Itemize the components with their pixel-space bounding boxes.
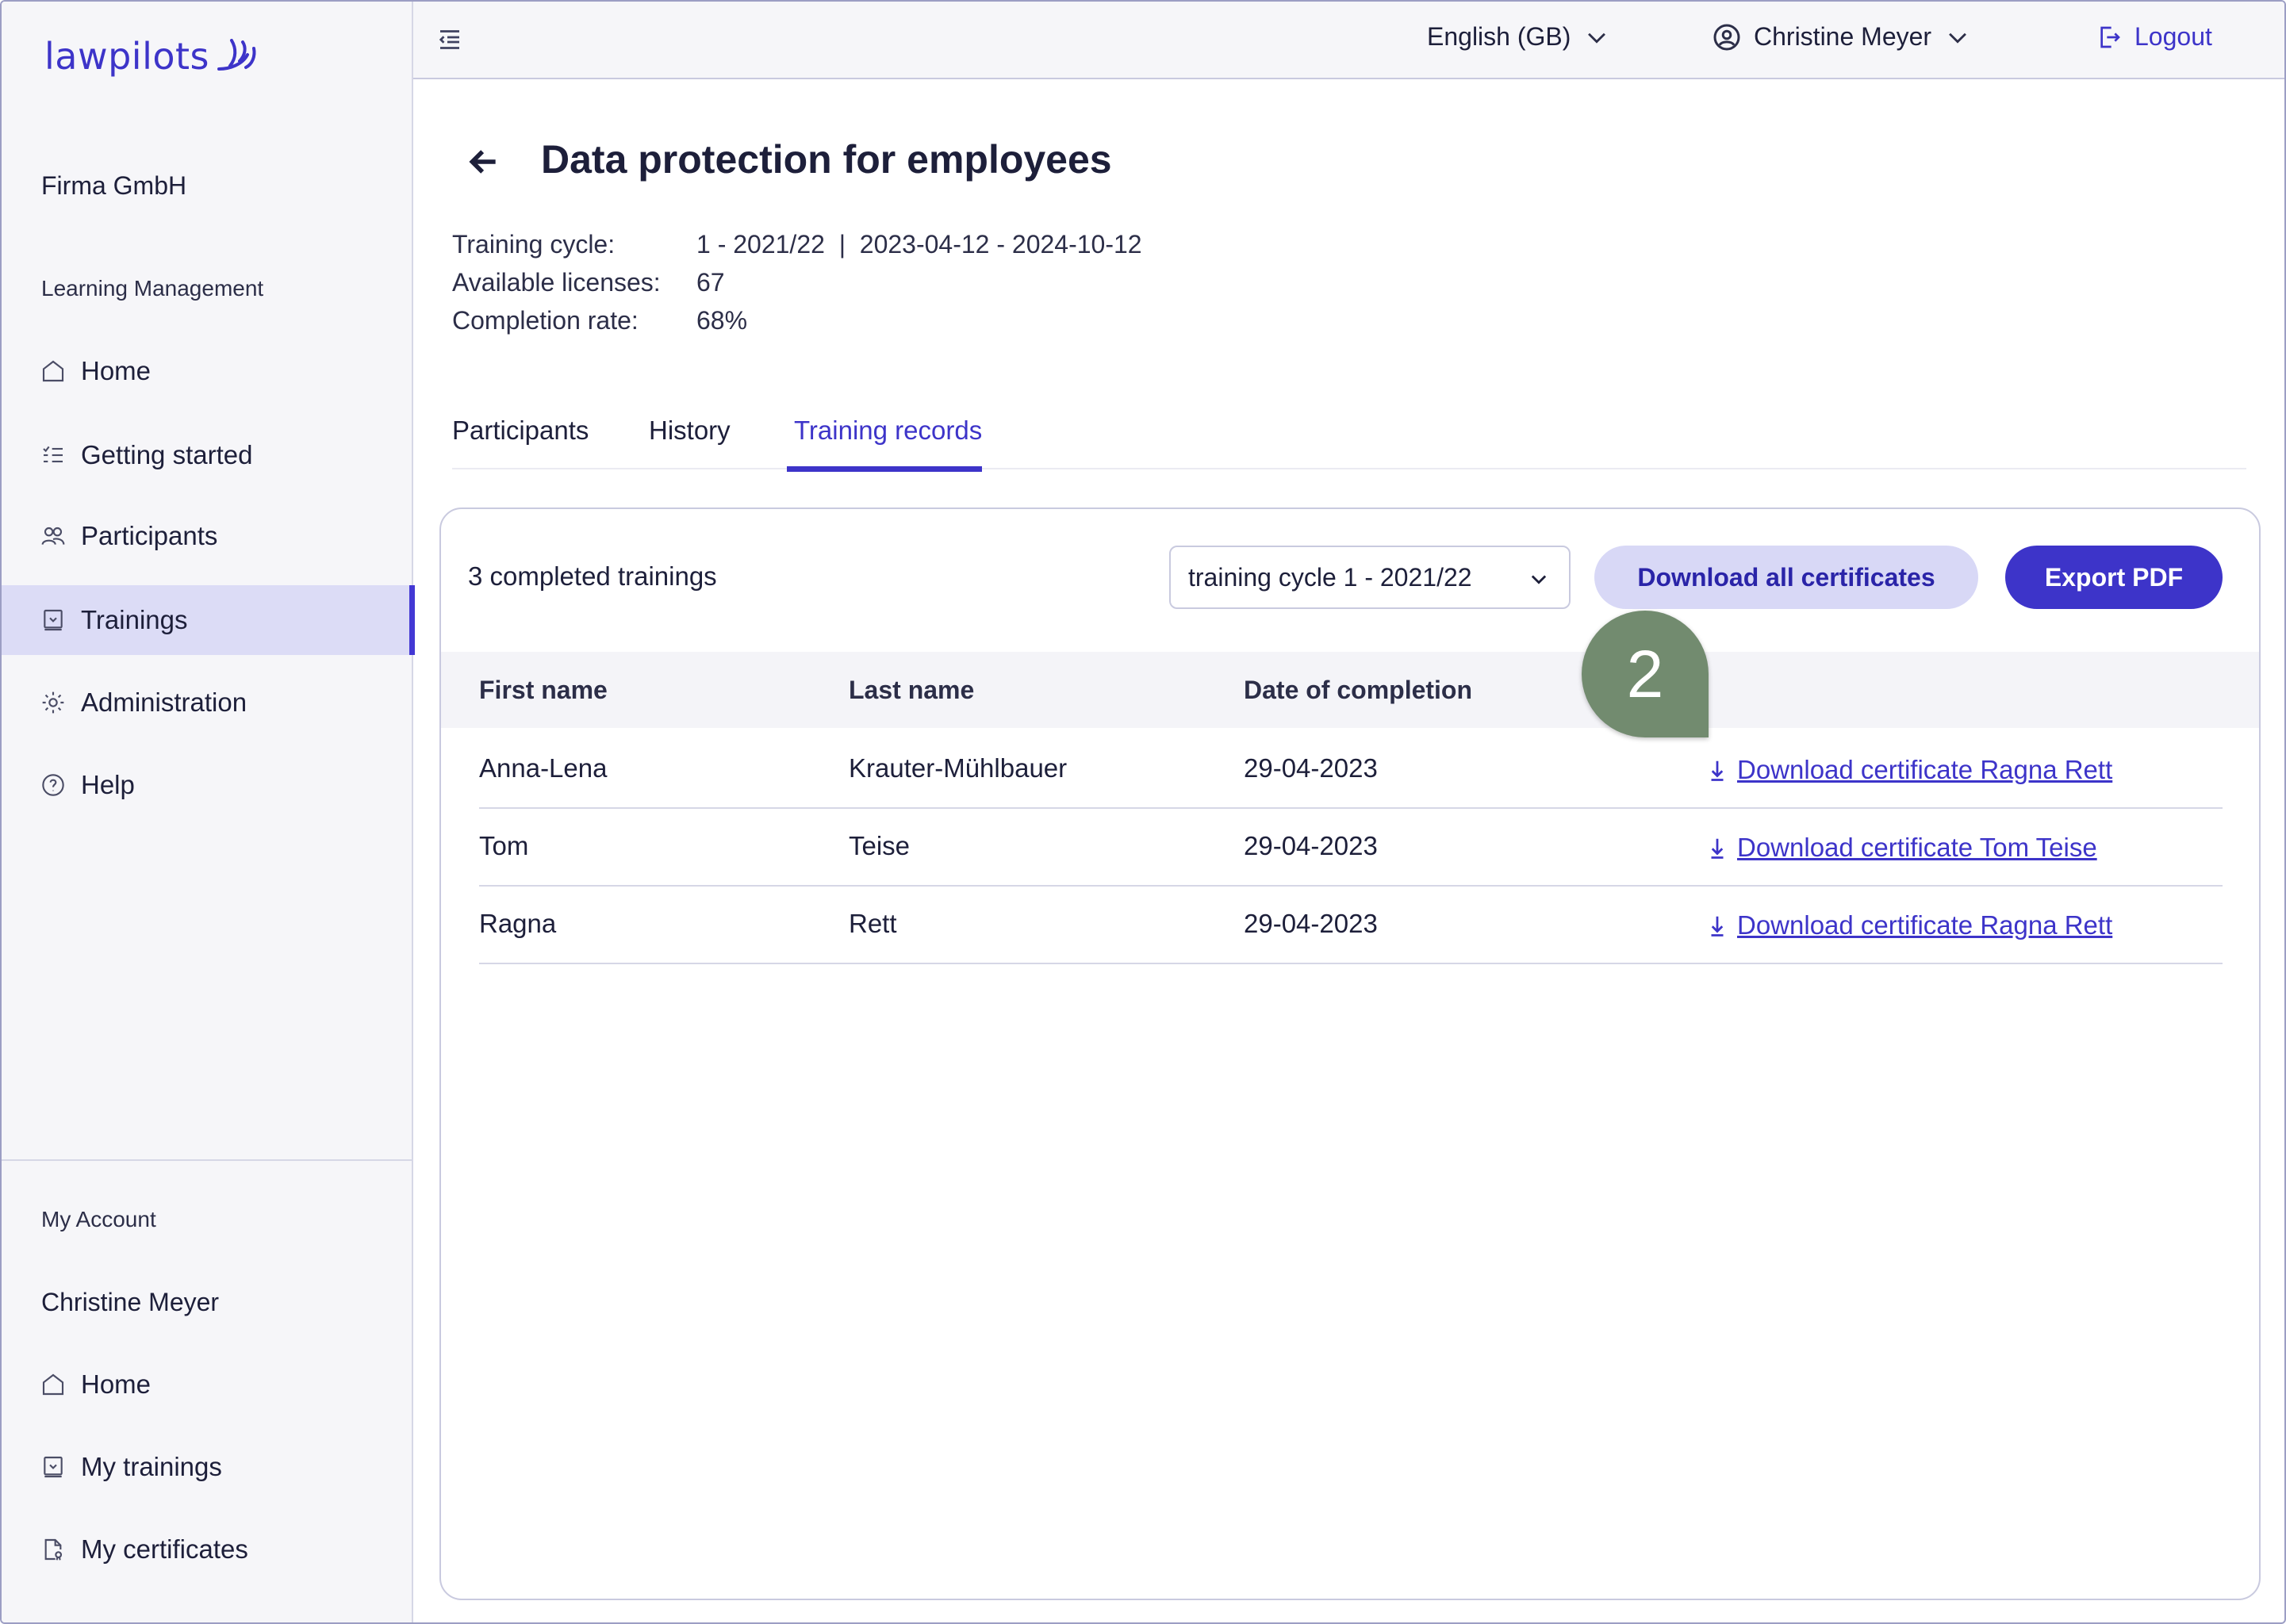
user-circle-icon (1713, 24, 1740, 50)
logout-label: Logout (2134, 22, 2212, 51)
sidebar-item-label: Home (81, 1369, 152, 1399)
cell-date: 29-04-2023 (1244, 909, 1378, 938)
sidebar-item-my-certificates[interactable]: My certificates (2, 1515, 413, 1584)
sidebar-item-help[interactable]: Help (2, 750, 413, 820)
logout-icon (2100, 26, 2120, 48)
home-icon (40, 1371, 67, 1398)
section-label-my-account: My Account (41, 1207, 156, 1231)
language-label: English (GB) (1427, 22, 1571, 51)
gear-icon (40, 689, 67, 716)
cell-last-name: Krauter-Mühlbauer (849, 753, 1068, 783)
download-certificate-link[interactable]: Download certificate Tom Teise (1707, 833, 2097, 863)
download-icon (1711, 760, 1724, 781)
download-certificate-link[interactable]: Download certificate Ragna Rett (1707, 910, 2112, 940)
meta-value-available-licenses: 67 (696, 268, 725, 297)
column-header-date: Date of completion (1244, 676, 1473, 704)
sidebar-divider (2, 1159, 413, 1161)
step-marker-badge: 2 (1582, 611, 1709, 737)
user-menu[interactable]: Christine Meyer (1713, 22, 1971, 52)
section-label-learning-management: Learning Management (41, 276, 264, 301)
organization-name: Firma GmbH (41, 171, 187, 200)
table-header: First name Last name Date of completion (441, 652, 2259, 728)
app-window: lawpilots Firma GmbH Learning Management… (0, 0, 2286, 1624)
sidebar: lawpilots Firma GmbH Learning Management… (2, 2, 415, 1622)
training-icon (40, 1454, 67, 1480)
cell-last-name: Teise (849, 831, 911, 860)
training-cycle-select[interactable]: training cycle 1 - 2021/22 (1169, 546, 1571, 609)
sidebar-item-trainings[interactable]: Trainings (2, 585, 415, 655)
user-name: Christine Meyer (1754, 22, 1932, 51)
chevron-down-icon (1531, 575, 1547, 584)
collapse-sidebar-icon[interactable] (435, 25, 467, 56)
back-arrow-icon[interactable] (466, 144, 501, 179)
checklist-icon (40, 442, 67, 469)
training-cycle-select-value: training cycle 1 - 2021/22 (1188, 562, 1472, 592)
table-row: Anna-Lena Krauter-Mühlbauer 29-04-2023 D… (479, 731, 2223, 809)
cell-last-name: Rett (849, 909, 897, 938)
training-records-card: 3 completed trainings training cycle 1 -… (439, 508, 2261, 1600)
sidebar-item-home[interactable]: Home (2, 336, 413, 406)
language-selector[interactable]: English (GB) (1427, 22, 1610, 52)
chevron-down-icon (1588, 33, 1606, 44)
download-certificate-link[interactable]: Download certificate Ragna Rett (1707, 755, 2112, 785)
tab-bar: Participants History Training records (452, 416, 2246, 472)
certificate-icon (40, 1536, 67, 1563)
cell-first-name: Anna-Lena (479, 753, 608, 783)
export-pdf-button[interactable]: Export PDF (2005, 546, 2223, 609)
page-title: Data protection for employees (541, 137, 1112, 182)
account-name: Christine Meyer (41, 1288, 220, 1316)
sidebar-item-label: Participants (81, 521, 218, 550)
sidebar-item-label: Home (81, 356, 152, 385)
download-icon (1711, 838, 1724, 859)
cell-first-name: Ragna (479, 909, 557, 938)
tab-history[interactable]: History (649, 416, 731, 466)
logo-wave-icon (217, 39, 256, 71)
table-row: Ragna Rett 29-04-2023 Download certifica… (479, 887, 2223, 964)
chevron-down-icon (1949, 33, 1966, 44)
sidebar-item-participants[interactable]: Participants (2, 501, 413, 571)
download-all-certificates-button[interactable]: Download all certificates (1594, 546, 1978, 609)
download-certificate-label: Download certificate Ragna Rett (1737, 755, 2113, 784)
sidebar-item-label: My trainings (81, 1452, 222, 1481)
sidebar-item-label: Help (81, 770, 135, 799)
cell-first-name: Tom (479, 831, 529, 860)
meta-label-completion-rate: Completion rate: (452, 306, 639, 335)
help-icon (40, 772, 67, 799)
brand-logo[interactable]: lawpilots (44, 35, 259, 78)
meta-label-training-cycle: Training cycle: (452, 230, 616, 259)
logout-button[interactable]: Logout (2096, 22, 2212, 52)
sidebar-item-label: Getting started (81, 440, 253, 469)
column-header-first-name: First name (479, 676, 608, 704)
sidebar-item-getting-started[interactable]: Getting started (2, 420, 413, 490)
sidebar-item-label: Trainings (81, 605, 188, 634)
meta-value-training-cycle: 1 - 2021/22 | 2023-04-12 - 2024-10-12 (696, 230, 1142, 259)
cell-date: 29-04-2023 (1244, 831, 1378, 860)
training-icon (40, 607, 67, 634)
download-icon (1711, 916, 1724, 936)
meta-label-available-licenses: Available licenses: (452, 268, 661, 297)
home-icon (40, 358, 67, 385)
sidebar-item-my-home[interactable]: Home (2, 1350, 413, 1419)
sidebar-item-administration[interactable]: Administration (2, 668, 413, 737)
sidebar-item-label: My certificates (81, 1534, 248, 1564)
tab-training-records[interactable]: Training records (787, 416, 983, 472)
cell-date: 29-04-2023 (1244, 753, 1378, 783)
completed-count: 3 completed trainings (468, 561, 717, 591)
top-bar: English (GB) Christine Meyer Logout (413, 2, 2284, 79)
column-header-last-name: Last name (849, 676, 975, 704)
download-certificate-label: Download certificate Tom Teise (1737, 833, 2097, 862)
logo-text: lawpilots (44, 35, 209, 78)
users-icon (40, 523, 67, 550)
download-certificate-label: Download certificate Ragna Rett (1737, 910, 2113, 940)
tab-participants[interactable]: Participants (452, 416, 589, 466)
sidebar-item-label: Administration (81, 688, 247, 717)
table-row: Tom Teise 29-04-2023 Download certificat… (479, 809, 2223, 887)
meta-value-completion-rate: 68% (696, 306, 748, 335)
sidebar-item-my-trainings[interactable]: My trainings (2, 1432, 413, 1502)
